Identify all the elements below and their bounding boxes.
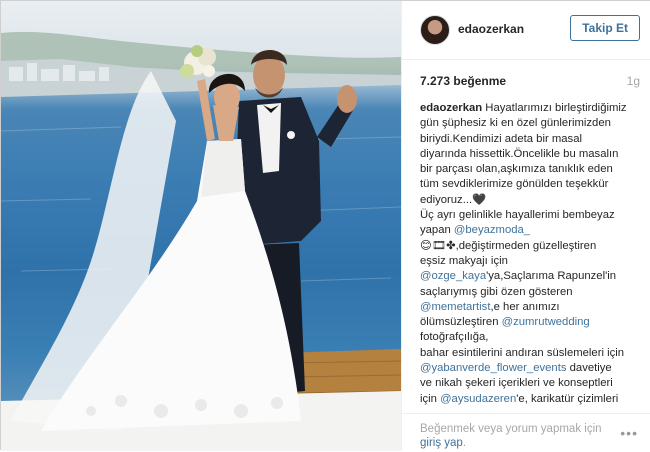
caption-text: bahar esintilerini andıran süslemeleri i… <box>420 347 624 359</box>
caption-line: ediyoruz...🖤 <box>420 193 635 208</box>
caption-line: bir parçası olan,aşkımıza tanıklık eden <box>420 162 635 177</box>
caption-line: @ozge_kaya'ya,Saçlarıma Rapunzel'in <box>420 269 635 284</box>
mention-link[interactable]: @beyazmoda_ <box>454 224 530 236</box>
caption-text: davetiye <box>567 362 612 374</box>
post-header: edaozerkan Takip Et <box>402 1 650 60</box>
caption-text: saçlarıymış gibi özen gösteren <box>420 286 573 298</box>
caption-text: fotoğrafçılığa, <box>420 331 488 343</box>
caption-line: tüm sevdiklerimize gönülden teşekkür <box>420 177 635 192</box>
comment-prompt: Beğenmek veya yorum yapmak için giriş ya… <box>420 422 602 450</box>
caption-line: Üç ayrı gelinlikle hayallerimi bembeyaz <box>420 208 635 223</box>
caption-text: gün şüphesiz ki en özel günlerimizden <box>420 117 611 129</box>
caption-line: @memetartist,e her anımızı <box>420 300 635 315</box>
caption-line: için @aysudazeren'e, karikatür çizimleri <box>420 392 635 407</box>
caption-text: yapan <box>420 224 454 236</box>
caption-line: eşsiz makyajı için <box>420 254 635 269</box>
comment-bar: Beğenmek veya yorum yapmak için giriş ya… <box>402 413 650 452</box>
caption-text: tüm sevdiklerimize gönülden teşekkür <box>420 178 608 190</box>
caption-text: Üç ayrı gelinlikle hayallerimi bembeyaz <box>420 209 615 221</box>
caption-text: ölümsüzleştiren <box>420 316 502 328</box>
post-side-panel: edaozerkan Takip Et 7.273 beğenme 1g eda… <box>401 1 650 451</box>
caption-line: ölümsüzleştiren @zumrutwedding <box>420 315 635 330</box>
post-time[interactable]: 1g <box>627 74 640 88</box>
caption-line: yapan @beyazmoda_ <box>420 223 635 238</box>
caption-text: diyarında hissettik.Öncelikle bu masalın <box>420 148 618 160</box>
caption-line: 😊🎞✤,değiştirmeden güzelleştiren <box>420 239 635 254</box>
login-link[interactable]: giriş yap <box>420 437 463 449</box>
mention-link[interactable]: @ozge_kaya <box>420 270 486 282</box>
caption-text: eşsiz makyajı için <box>420 255 508 267</box>
post-photo[interactable] <box>1 1 401 451</box>
mention-link[interactable]: @memetartist <box>420 301 490 313</box>
likes-count[interactable]: 7.273 beğenme <box>420 74 506 88</box>
wedding-photo-illustration <box>1 1 401 451</box>
caption-line: biriydi.Kendimizi adeta bir masal <box>420 132 635 147</box>
caption-text: ve nikah şekeri içerikleri ve konseptler… <box>420 377 613 389</box>
caption-text: biriydi.Kendimizi adeta bir masal <box>420 133 582 145</box>
caption-author-link[interactable]: edaozerkan <box>420 102 482 114</box>
caption-text: 'e, karikatür çizimleri <box>516 393 618 405</box>
caption-text: 😊🎞✤,değiştirmeden güzelleştiren <box>420 240 596 252</box>
comment-prompt-text: Beğenmek veya yorum yapmak için <box>420 423 602 435</box>
instagram-post-embed: edaozerkan Takip Et 7.273 beğenme 1g eda… <box>0 0 650 450</box>
caption-text: için <box>420 393 440 405</box>
caption-line: @yabanverde_flower_events davetiye <box>420 361 635 376</box>
caption-line: fotoğrafçılığa, <box>420 330 635 345</box>
login-suffix: . <box>463 437 466 449</box>
avatar[interactable] <box>420 15 450 45</box>
more-options-icon[interactable]: ••• <box>620 428 638 438</box>
caption-line: ve nikah şekeri içerikleri ve konseptler… <box>420 376 635 391</box>
caption-text: Hayatlarımızı birleştirdiğimiz <box>482 102 626 114</box>
caption-line: için @mehmetsenocakcom @animaturk'e <box>420 407 635 408</box>
caption-line: diyarında hissettik.Öncelikle bu masalın <box>420 147 635 162</box>
mention-link[interactable]: @yabanverde_flower_events <box>420 362 567 374</box>
mention-link[interactable]: @zumrutwedding <box>502 316 590 328</box>
caption-line: bahar esintilerini andıran süslemeleri i… <box>420 346 635 361</box>
mention-link[interactable]: @aysudazeren <box>440 393 516 405</box>
caption-line: saçlarıymış gibi özen gösteren <box>420 285 635 300</box>
caption: edaozerkan Hayatlarımızı birleştirdiğimi… <box>420 101 635 408</box>
username-link[interactable]: edaozerkan <box>458 22 524 36</box>
caption-text: ediyoruz...🖤 <box>420 194 486 206</box>
caption-line: gün şüphesiz ki en özel günlerimizden <box>420 116 635 131</box>
follow-button[interactable]: Takip Et <box>570 15 640 41</box>
caption-text: bir parçası olan,aşkımıza tanıklık eden <box>420 163 613 175</box>
likes-row: 7.273 beğenme 1g <box>420 74 640 90</box>
caption-text: 'ya,Saçlarıma Rapunzel'in <box>486 270 616 282</box>
caption-text: ,e her anımızı <box>490 301 559 313</box>
caption-line: edaozerkan Hayatlarımızı birleştirdiğimi… <box>420 101 635 116</box>
